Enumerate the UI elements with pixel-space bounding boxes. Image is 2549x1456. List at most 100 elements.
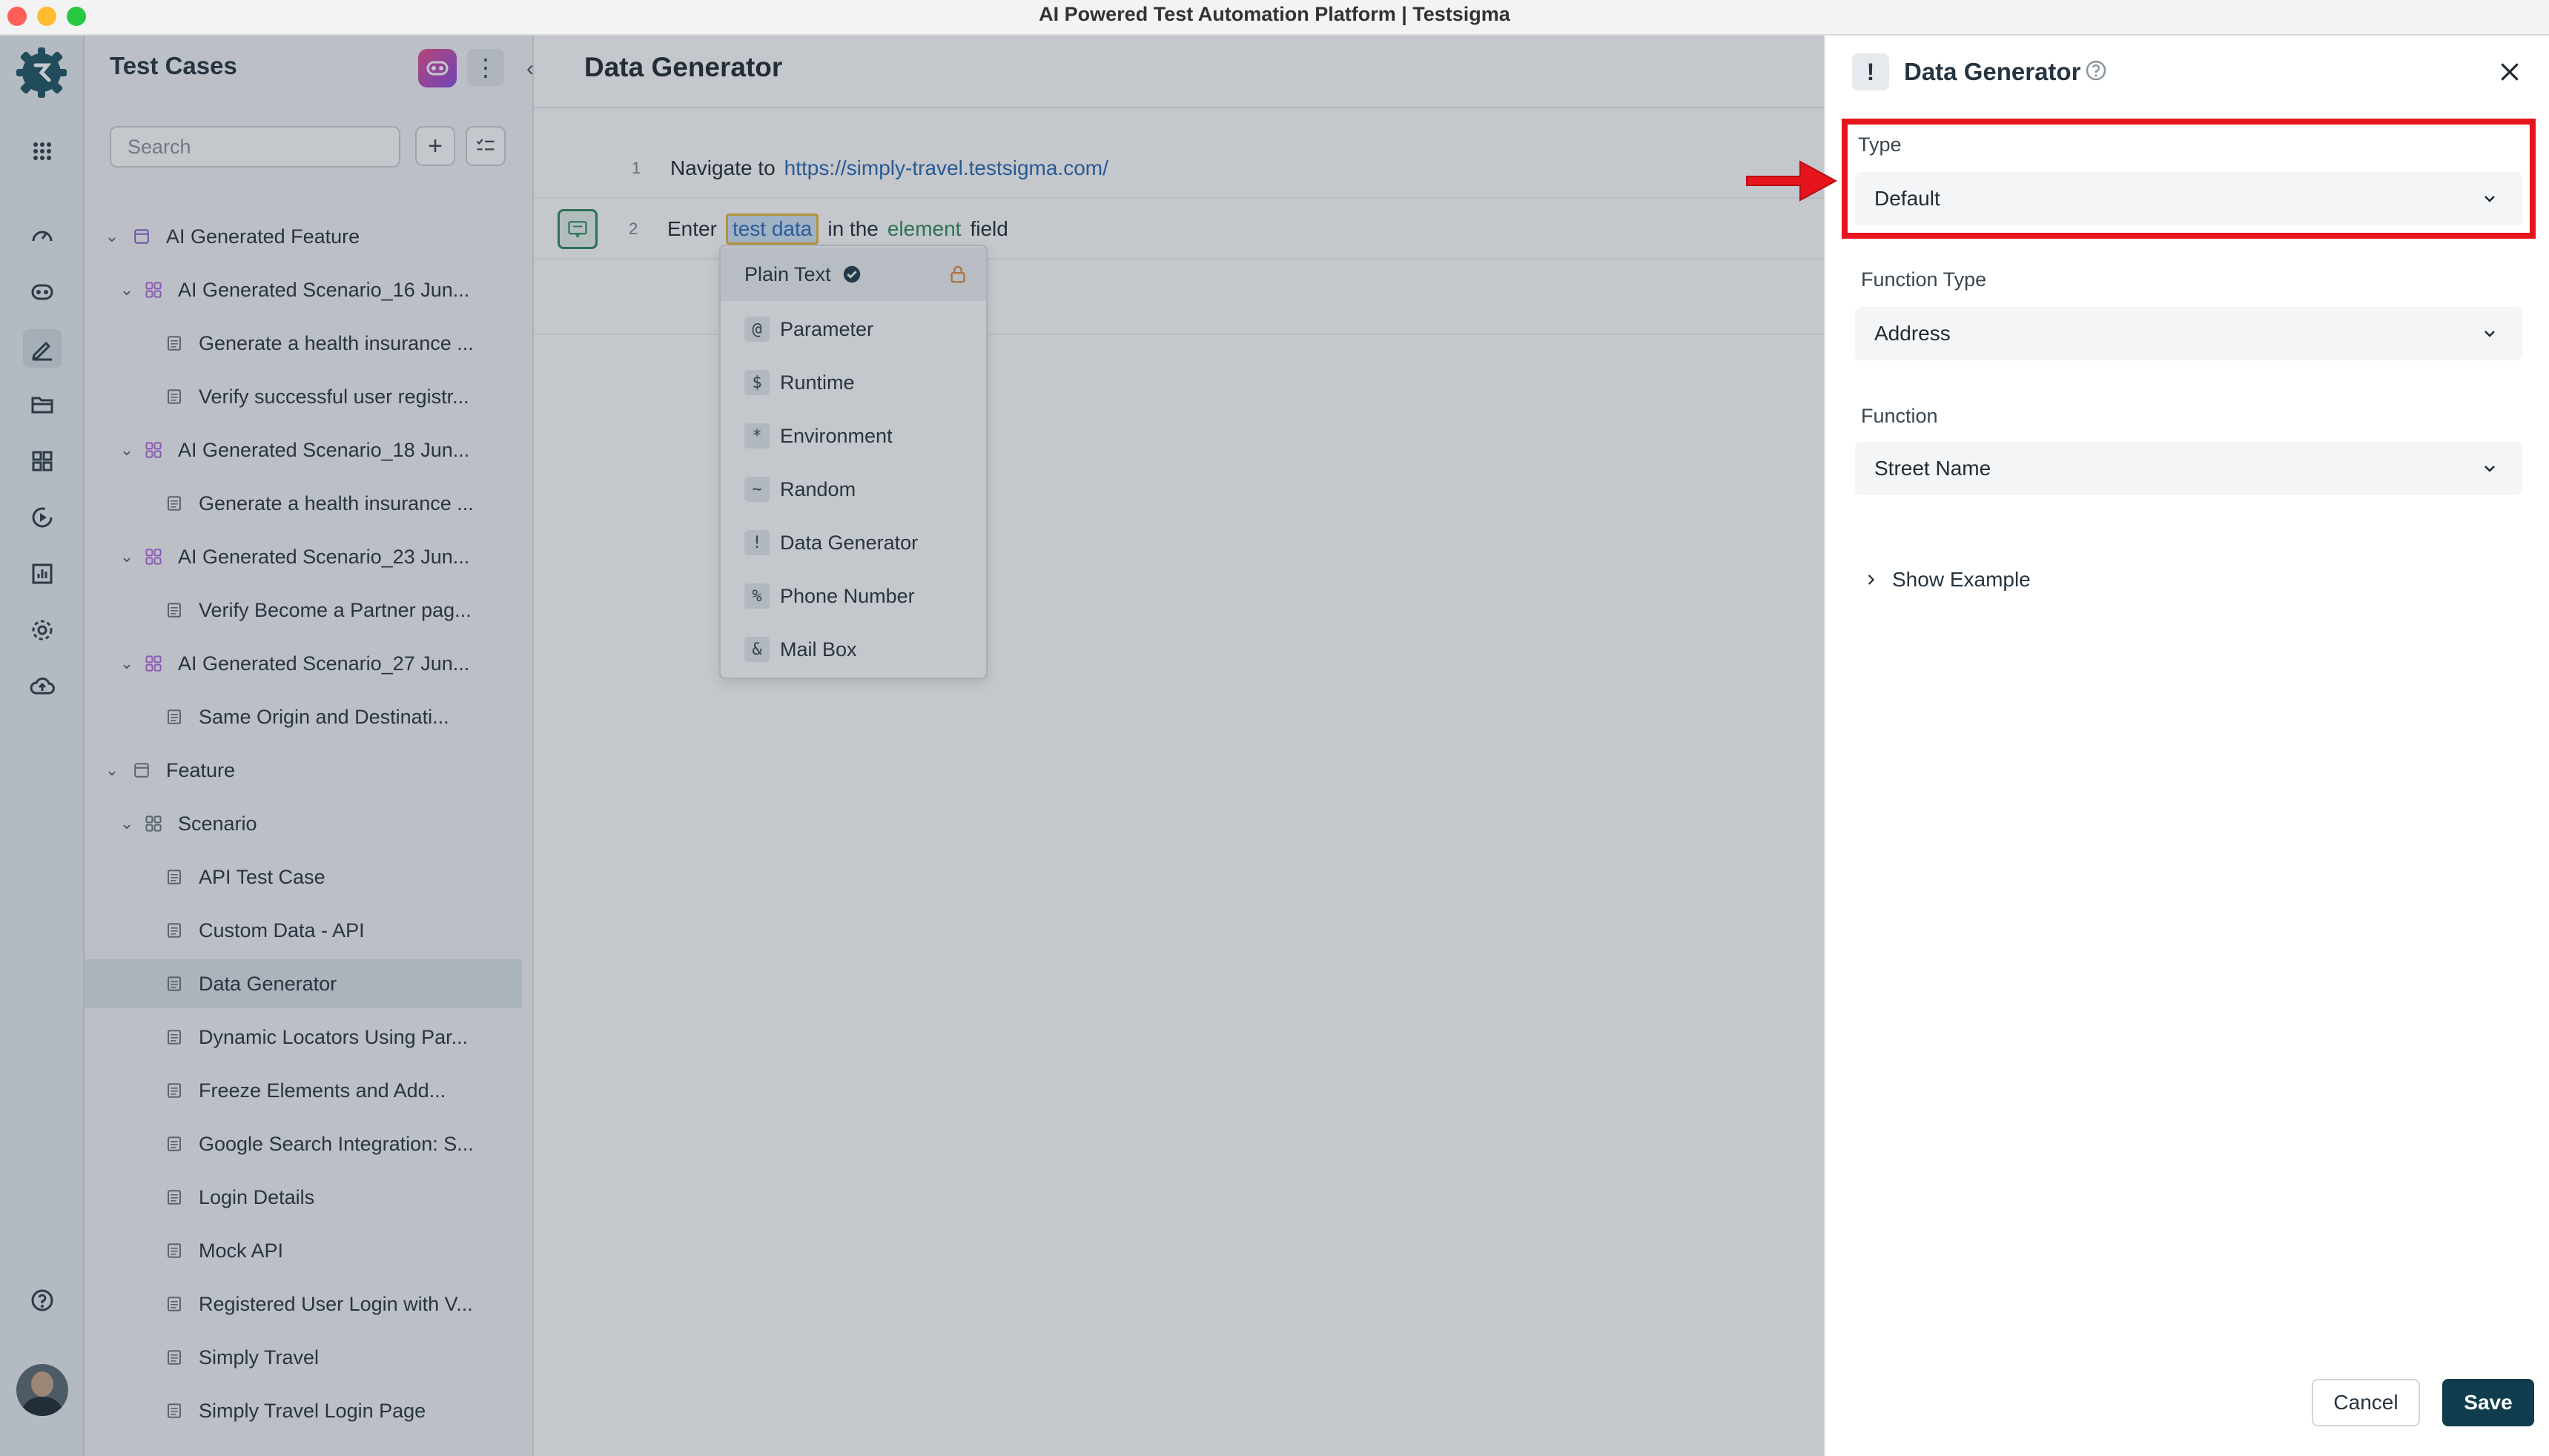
copilot-icon xyxy=(426,61,449,76)
help-circle-icon[interactable] xyxy=(2085,59,2107,82)
tree-feature-row[interactable]: ⌄ Feature xyxy=(85,746,522,795)
tree-scenario-row[interactable]: ⌄ AI Generated Scenario_16 Jun... xyxy=(85,265,522,314)
avatar[interactable] xyxy=(16,1364,68,1416)
modules-icon[interactable] xyxy=(23,442,62,480)
page-title: Data Generator xyxy=(584,52,783,82)
test-case-icon xyxy=(163,1400,185,1422)
tree-case-row[interactable]: Generate a health insurance ... xyxy=(85,319,522,368)
tree-case-row-selected[interactable]: Data Generator xyxy=(85,959,522,1008)
tree-scenario-row[interactable]: ⌄ AI Generated Scenario_18 Jun... xyxy=(85,426,522,474)
tree-case-row[interactable]: Login Details xyxy=(85,1173,522,1222)
tree-feature-row[interactable]: ⌄ AI Generated Feature xyxy=(85,212,522,261)
cancel-button[interactable]: Cancel xyxy=(2312,1379,2420,1426)
tree-case-row[interactable]: Same Origin and Destinati... xyxy=(85,692,522,741)
chevron-left-icon: ‹ xyxy=(526,56,534,81)
tree-item-label: Simply Travel Login Page xyxy=(199,1399,426,1422)
tree-item-label: Registered User Login with V... xyxy=(199,1292,473,1315)
step-number: 2 xyxy=(629,219,638,238)
function-select-value: Street Name xyxy=(1874,457,1991,480)
tree-item-label: Dynamic Locators Using Par... xyxy=(199,1025,469,1048)
cloud-upload-icon[interactable] xyxy=(23,667,62,706)
function-select[interactable]: Street Name xyxy=(1855,442,2522,495)
tree-scenario-row[interactable]: ⌄ AI Generated Scenario_27 Jun... xyxy=(85,639,522,688)
run-icon[interactable] xyxy=(23,498,62,537)
menu-item-phone-number[interactable]: % Phone Number xyxy=(721,569,986,623)
tree-case-row[interactable]: Generate a health insurance ... xyxy=(85,479,522,528)
select-mode-button[interactable] xyxy=(466,126,506,166)
menu-item-parameter[interactable]: @ Parameter xyxy=(721,302,986,356)
test-case-icon xyxy=(163,706,185,728)
step-suffix-text: field xyxy=(970,217,1008,240)
tree-item-label: Generate a health insurance ... xyxy=(199,331,474,354)
test-cases-icon[interactable] xyxy=(23,329,62,368)
test-case-icon xyxy=(163,599,185,621)
tree-item-label: AI Generated Scenario_23 Jun... xyxy=(178,545,470,568)
chevron-down-icon[interactable]: ⌄ xyxy=(101,761,123,780)
tree-case-row[interactable]: Verify Become a Partner pag... xyxy=(85,586,522,635)
show-example-toggle[interactable]: Show Example xyxy=(1862,568,2031,592)
tree-case-row[interactable]: Verify successful user registr... xyxy=(85,372,522,421)
tree-item-label: Google Search Integration: S... xyxy=(199,1132,474,1155)
tree-case-row[interactable]: Google Search Integration: S... xyxy=(85,1119,522,1168)
testsigma-logo-icon[interactable] xyxy=(15,46,68,99)
chevron-down-icon[interactable]: ⌄ xyxy=(101,227,123,246)
tree-item-label: AI Generated Scenario_27 Jun... xyxy=(178,652,470,675)
header-divider xyxy=(534,107,1824,108)
test-case-icon xyxy=(163,919,185,942)
menu-item-plain-text[interactable]: Plain Text xyxy=(721,248,986,301)
tree-item-label: Simply Travel xyxy=(199,1346,320,1369)
highlight-annotation-box xyxy=(1842,119,2536,239)
apps-grid-icon[interactable] xyxy=(23,132,62,171)
copilot-icon[interactable] xyxy=(23,273,62,311)
test-case-icon xyxy=(163,973,185,995)
function-type-select[interactable]: Address xyxy=(1855,307,2522,360)
tilde-icon: ~ xyxy=(744,477,770,502)
test-step-1[interactable]: 1 Navigate to https://simply-travel.test… xyxy=(534,139,1824,199)
chevron-down-icon xyxy=(2484,331,2495,337)
tree-case-row[interactable]: Simply Travel xyxy=(85,1333,522,1382)
test-data-chip[interactable]: test data xyxy=(725,214,819,245)
tree-case-row[interactable]: Custom Data - API xyxy=(85,906,522,955)
chevron-down-icon[interactable]: ⌄ xyxy=(116,814,138,833)
chevron-down-icon[interactable]: ⌄ xyxy=(116,547,138,566)
data-generator-icon: ! xyxy=(1852,53,1889,90)
tree-scenario-row[interactable]: ⌄ AI Generated Scenario_23 Jun... xyxy=(85,532,522,581)
dashboard-icon[interactable] xyxy=(23,216,62,255)
tree-case-row[interactable]: Freeze Elements and Add... xyxy=(85,1066,522,1115)
more-options-button[interactable]: ⋮ xyxy=(467,49,504,86)
tree-case-row[interactable]: API Test Case xyxy=(85,853,522,901)
tree-case-row[interactable]: Registered User Login with V... xyxy=(85,1280,522,1328)
tree-item-label: Mock API xyxy=(199,1239,284,1262)
element-placeholder[interactable]: element xyxy=(887,217,962,241)
search-input[interactable] xyxy=(110,126,400,168)
menu-item-runtime[interactable]: $ Runtime xyxy=(721,356,986,409)
scenario-icon xyxy=(142,279,165,301)
add-button[interactable]: + xyxy=(415,126,455,166)
tree-scenario-row[interactable]: ⌄ Scenario xyxy=(85,799,522,848)
scenario-icon xyxy=(142,813,165,835)
tree-case-row[interactable]: Dynamic Locators Using Par... xyxy=(85,1013,522,1062)
step-url-link[interactable]: https://simply-travel.testsigma.com/ xyxy=(784,156,1108,180)
panel-title: Test Cases xyxy=(110,52,237,79)
reports-icon[interactable] xyxy=(23,555,62,593)
tree-item-label: AI Generated Feature xyxy=(166,225,360,248)
plus-icon: + xyxy=(428,131,443,160)
menu-item-random[interactable]: ~ Random xyxy=(721,463,986,516)
menu-item-data-generator[interactable]: ! Data Generator xyxy=(721,516,986,569)
copilot-button[interactable] xyxy=(418,49,457,87)
save-button[interactable]: Save xyxy=(2442,1379,2534,1426)
help-icon[interactable] xyxy=(23,1281,62,1320)
folder-icon[interactable] xyxy=(23,385,62,424)
menu-item-mail-box[interactable]: & Mail Box xyxy=(721,623,986,676)
test-case-icon xyxy=(163,1240,185,1262)
step-options-button[interactable] xyxy=(558,209,598,249)
menu-item-environment[interactable]: * Environment xyxy=(721,409,986,463)
tree-case-row[interactable]: Mock API xyxy=(85,1226,522,1275)
chevron-down-icon[interactable]: ⌄ xyxy=(116,654,138,673)
tree-case-row[interactable]: Simply Travel Login Page xyxy=(85,1386,522,1435)
tree-item-label: Custom Data - API xyxy=(199,919,365,942)
settings-icon[interactable] xyxy=(23,611,62,649)
chevron-down-icon[interactable]: ⌄ xyxy=(116,280,138,300)
close-drawer-button[interactable] xyxy=(2493,55,2527,89)
chevron-down-icon[interactable]: ⌄ xyxy=(116,440,138,460)
